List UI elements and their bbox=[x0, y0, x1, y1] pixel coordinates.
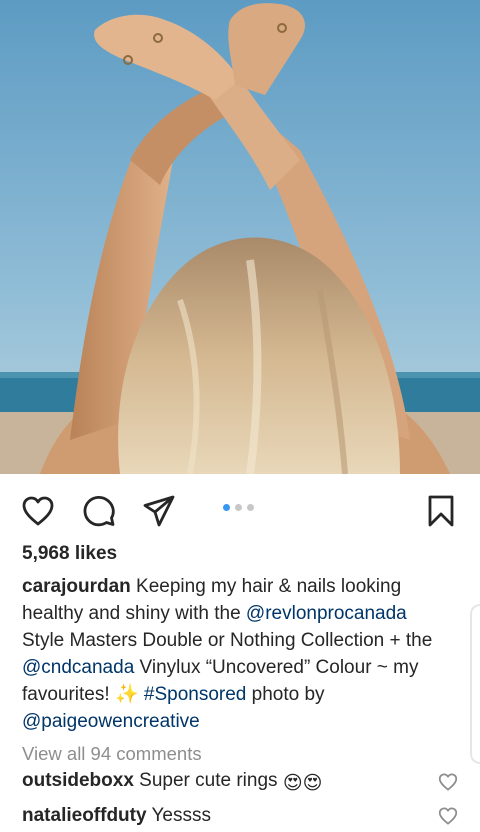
mention-paigeowencreative[interactable]: @paigeowencreative bbox=[22, 711, 200, 732]
carousel-dot-1 bbox=[223, 504, 230, 511]
like-button[interactable] bbox=[19, 492, 57, 530]
caption-text: Style Masters Double or Nothing Collecti… bbox=[22, 630, 433, 651]
caption-username[interactable]: carajourdan bbox=[22, 576, 131, 597]
heart-eyes-emoji: 😍😍 bbox=[282, 773, 323, 794]
comment-text: Super cute rings bbox=[133, 770, 278, 791]
heart-icon bbox=[22, 496, 54, 526]
post-caption: carajourdan Keeping my hair & nails look… bbox=[22, 573, 452, 735]
comment-text: Yessss bbox=[146, 805, 211, 826]
mention-revlonprocanada[interactable]: @revlonprocanada bbox=[246, 603, 407, 624]
comment-username[interactable]: natalieoffduty bbox=[22, 805, 147, 826]
carousel-indicator bbox=[223, 504, 254, 511]
likes-count[interactable]: 5,968 likes bbox=[22, 543, 117, 565]
heart-icon bbox=[438, 807, 458, 825]
save-button[interactable] bbox=[422, 492, 460, 530]
comment-button[interactable] bbox=[80, 492, 118, 530]
comment-item: natalieoffduty Yessss bbox=[22, 805, 442, 827]
bookmark-icon bbox=[428, 495, 454, 527]
carousel-dot-2 bbox=[235, 504, 242, 511]
hashtag-sponsored[interactable]: #Sponsored bbox=[144, 684, 246, 705]
scroll-handle[interactable] bbox=[470, 604, 480, 764]
mention-cndcanada[interactable]: @cndcanada bbox=[22, 657, 134, 678]
post-image[interactable] bbox=[0, 0, 480, 474]
comment-username[interactable]: outsideboxx bbox=[22, 770, 134, 791]
view-all-comments-link[interactable]: View all 94 comments bbox=[22, 743, 202, 765]
post-photo bbox=[0, 0, 480, 474]
sparkle-emoji: ✨ bbox=[114, 684, 139, 705]
comment-item: outsideboxx Super cute rings 😍😍 bbox=[22, 770, 442, 795]
share-button[interactable] bbox=[140, 492, 178, 530]
carousel-dot-3 bbox=[247, 504, 254, 511]
comment-icon bbox=[83, 496, 115, 527]
comment-like-button[interactable] bbox=[438, 806, 458, 826]
heart-icon bbox=[438, 773, 458, 791]
caption-text: photo by bbox=[246, 684, 325, 705]
comment-like-button[interactable] bbox=[438, 772, 458, 792]
send-icon bbox=[143, 495, 175, 527]
